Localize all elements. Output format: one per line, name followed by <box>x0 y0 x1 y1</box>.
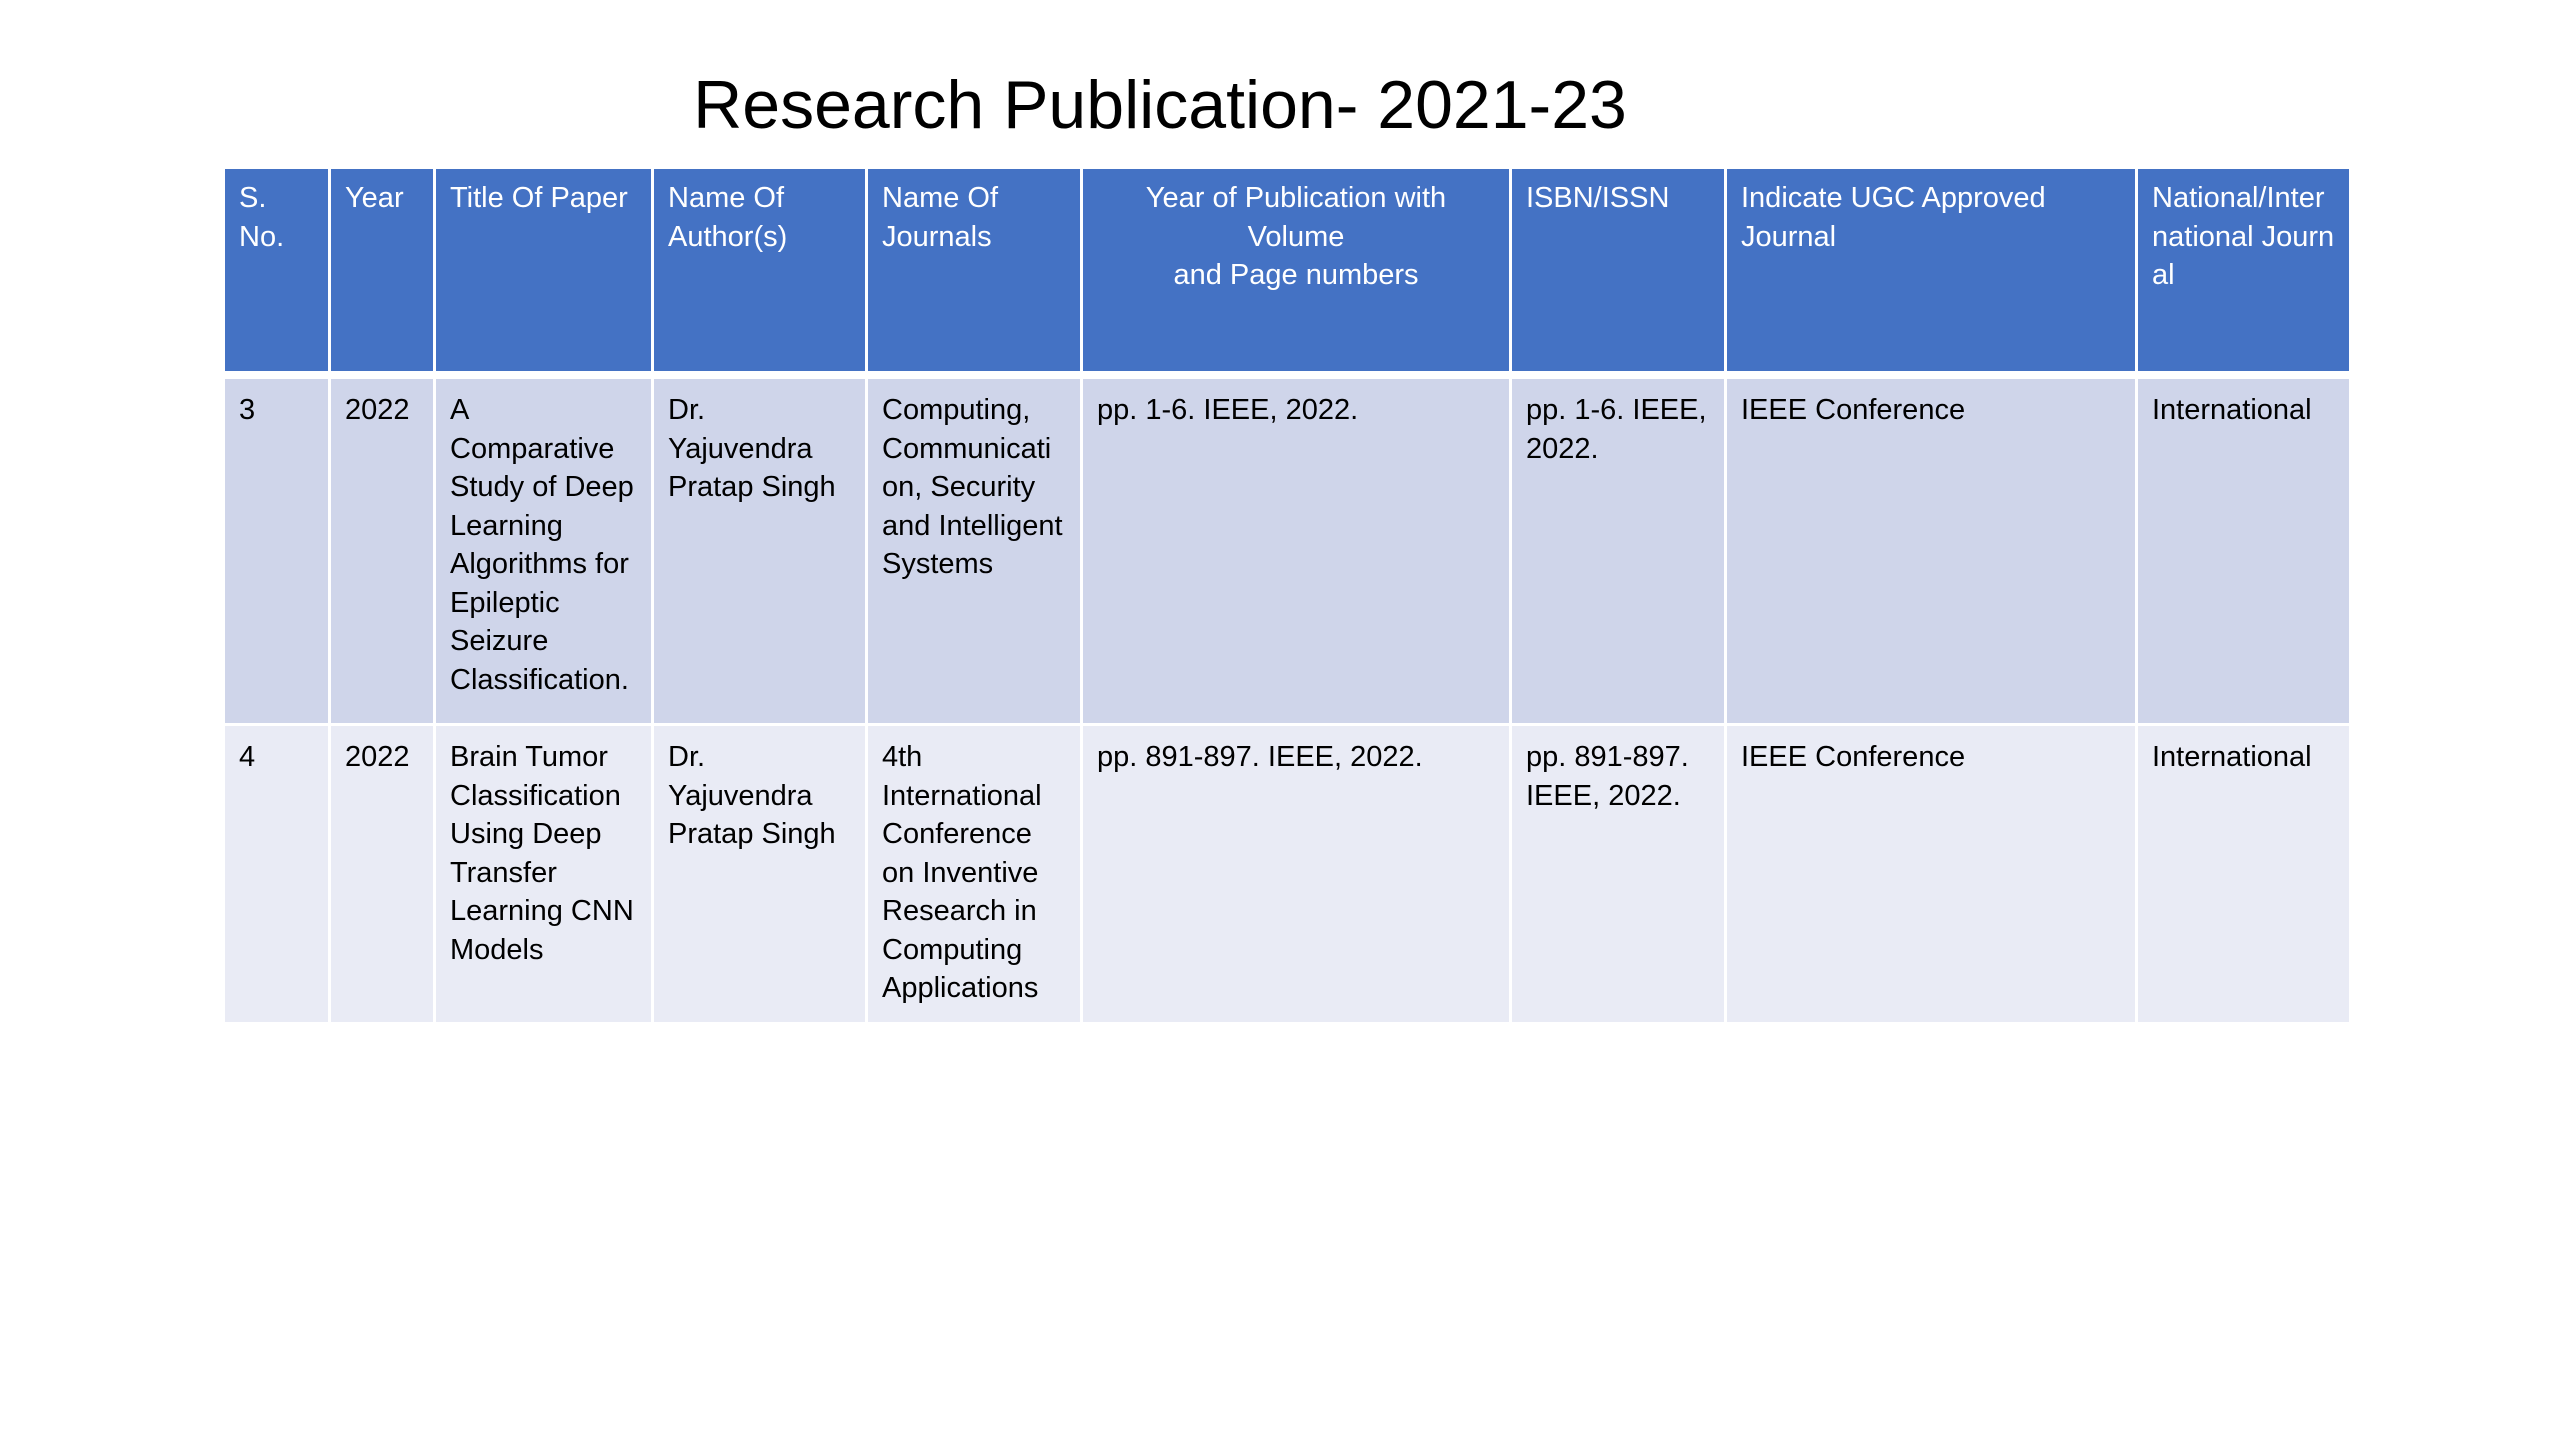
cell-isbn: pp. 1-6. IEEE, 2022. <box>1509 373 1727 726</box>
header-journals: Name Of Journals <box>865 166 1083 377</box>
cell-publication: pp. 891-897. IEEE, 2022. <box>1080 723 1512 1025</box>
header-scope: National/Inter national Journal <box>2135 166 2352 377</box>
cell-year: 2022 <box>328 723 436 1025</box>
table-body: 3 2022 A Comparative Study of Deep Learn… <box>222 373 2352 1025</box>
header-ugc: Indicate UGC Approved Journal <box>1724 166 2138 377</box>
cell-authors: Dr. Yajuvendra Pratap Singh <box>651 723 868 1025</box>
header-year: Year <box>328 166 436 377</box>
header-isbn: ISBN/ISSN <box>1509 166 1727 377</box>
cell-ugc: IEEE Conference <box>1724 373 2138 726</box>
header-sno: S. No. <box>222 166 331 377</box>
cell-title: Brain Tumor Classification Using Deep Tr… <box>433 723 654 1025</box>
cell-authors: Dr. Yajuvendra Pratap Singh <box>651 373 868 726</box>
cell-sno: 4 <box>222 723 331 1025</box>
table-header: S. No. Year Title Of Paper Name Of Autho… <box>222 166 2352 377</box>
header-row: S. No. Year Title Of Paper Name Of Autho… <box>222 166 2352 377</box>
header-authors: Name Of Author(s) <box>651 166 868 377</box>
cell-publication: pp. 1-6. IEEE, 2022. <box>1080 373 1512 726</box>
cell-journal: 4th International Conference on Inventiv… <box>865 723 1083 1025</box>
cell-scope: International <box>2135 373 2352 726</box>
cell-scope: International <box>2135 723 2352 1025</box>
header-publication: Year of Publication with Volume and Page… <box>1080 166 1512 377</box>
slide-title: Research Publication- 2021-23 <box>693 67 1627 143</box>
cell-sno: 3 <box>222 373 331 726</box>
cell-year: 2022 <box>328 373 436 726</box>
table-row: 3 2022 A Comparative Study of Deep Learn… <box>222 373 2352 726</box>
cell-journal: Computing, Communication, Security and I… <box>865 373 1083 726</box>
header-title: Title Of Paper <box>433 166 654 377</box>
cell-title: A Comparative Study of Deep Learning Alg… <box>433 373 654 726</box>
publication-table: S. No. Year Title Of Paper Name Of Autho… <box>222 166 2352 1025</box>
table-row: 4 2022 Brain Tumor Classification Using … <box>222 723 2352 1025</box>
cell-isbn: pp. 891-897. IEEE, 2022. <box>1509 723 1727 1025</box>
cell-ugc: IEEE Conference <box>1724 723 2138 1025</box>
